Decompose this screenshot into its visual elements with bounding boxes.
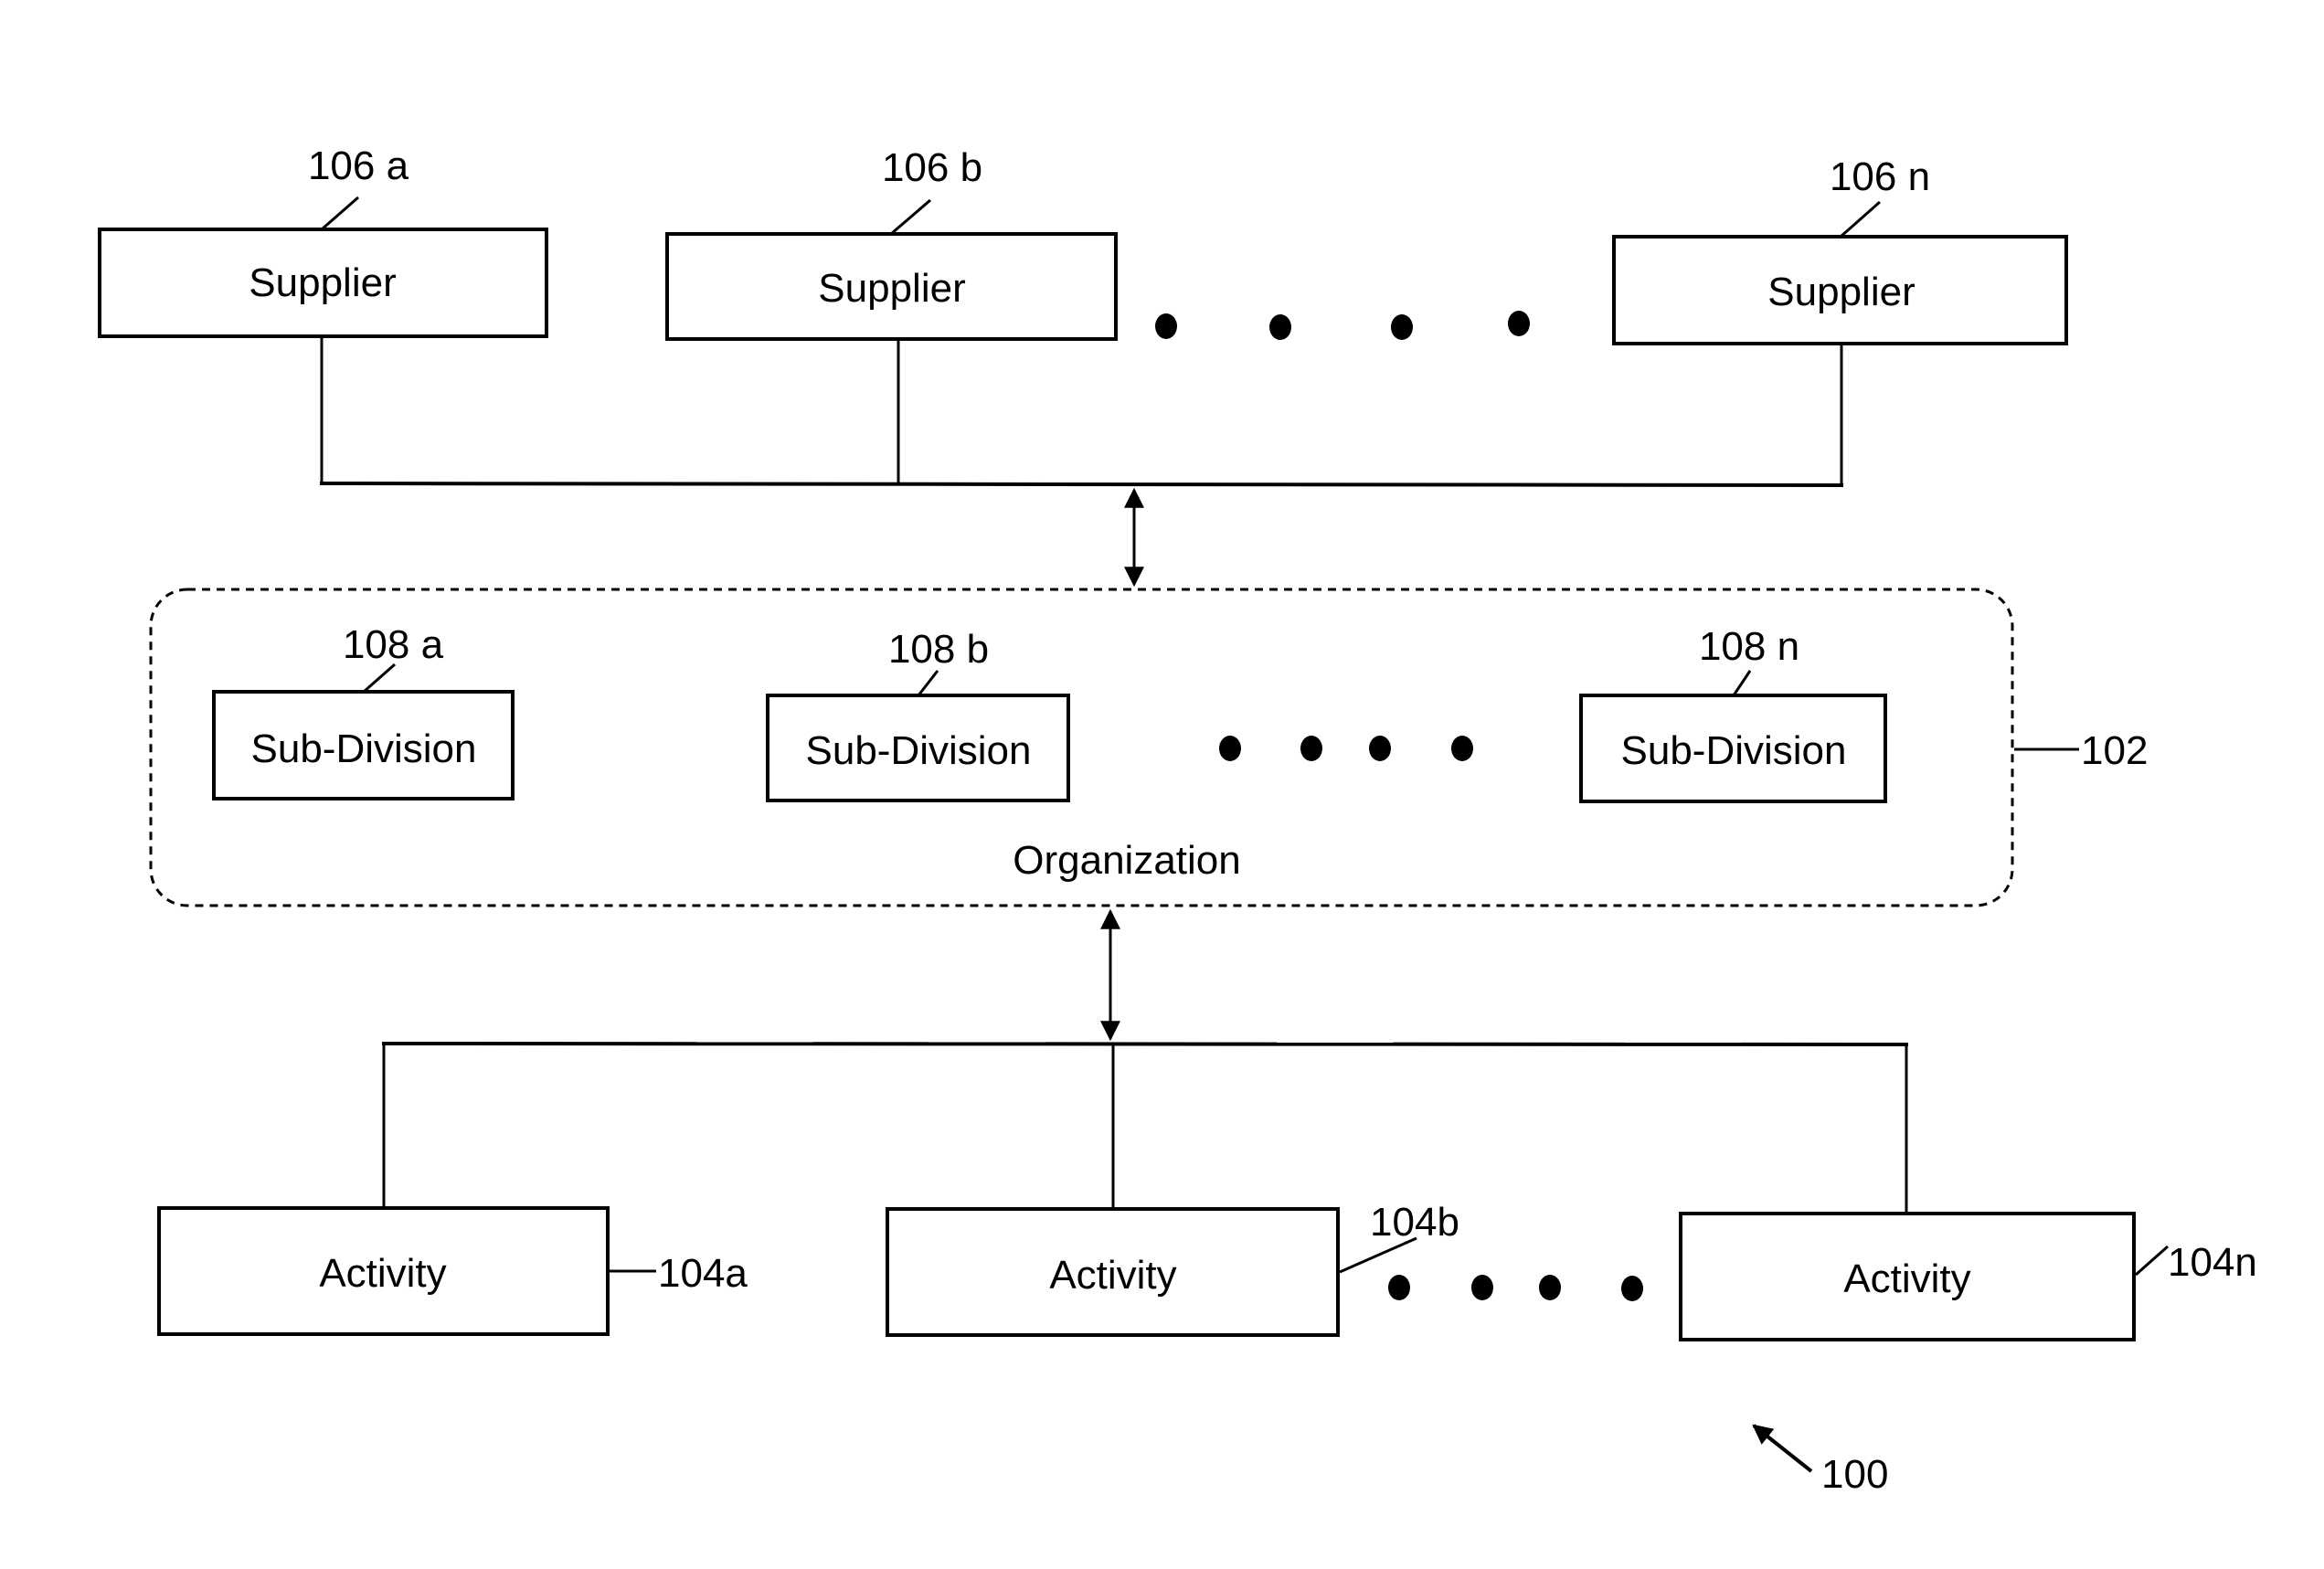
activity-ellipsis <box>1388 1275 1643 1301</box>
leader-line <box>1840 200 1881 239</box>
reference-numeral: 106 b <box>882 145 982 190</box>
subdivision-label: Sub-Division <box>1621 728 1847 773</box>
reference-numeral: 106 a <box>308 143 409 188</box>
ellipsis-dot <box>1219 736 1241 761</box>
leader-line <box>363 663 396 694</box>
activity-label: Activity <box>319 1251 446 1296</box>
reference-numeral: 108 n <box>1699 624 1799 669</box>
ellipsis-dot <box>1369 736 1391 761</box>
organization-reference-numeral: 102 <box>2081 728 2148 773</box>
supplier-node-a: Supplier 106 a <box>98 143 548 338</box>
activity-bus <box>381 1042 1909 1214</box>
organization-group: Sub-Division 108 a Sub-Division 108 b Su… <box>149 588 2148 907</box>
reference-numeral: 104a <box>658 1251 748 1296</box>
supplier-node-b: Supplier 106 b <box>665 145 1118 341</box>
activity-node-n: Activity 104n <box>1679 1212 2257 1341</box>
ellipsis-dot <box>1391 314 1413 340</box>
reference-numeral: 108 a <box>343 622 444 667</box>
leader-line <box>890 198 931 236</box>
reference-numeral: 104b <box>1370 1200 1459 1245</box>
subdivision-node-b: Sub-Division 108 b <box>766 627 1070 802</box>
subdivision-node-a: Sub-Division 108 a <box>212 622 515 800</box>
supplier-group: Supplier 106 a Supplier 106 b Supplier 1… <box>98 143 2068 345</box>
activity-label: Activity <box>1843 1256 1970 1301</box>
figure-reference-numeral: 100 <box>1821 1452 1888 1497</box>
organization-label: Organization <box>1013 838 1240 883</box>
activity-node-b: Activity 104b <box>886 1200 1459 1337</box>
supplier-label: Supplier <box>249 260 396 305</box>
ellipsis-dot <box>1471 1275 1493 1300</box>
ellipsis-dot <box>1388 1275 1410 1300</box>
supplier-label: Supplier <box>1767 270 1915 314</box>
ellipsis-dot <box>1539 1275 1561 1300</box>
supplier-node-n: Supplier 106 n <box>1612 154 2068 345</box>
subdivision-ellipsis <box>1219 736 1473 761</box>
supplier-ellipsis <box>1155 311 1530 340</box>
subdivision-label: Sub-Division <box>251 726 477 771</box>
leader-line <box>321 196 359 231</box>
ellipsis-dot <box>1451 736 1473 761</box>
ellipsis-dot <box>1508 311 1530 336</box>
ellipsis-dot <box>1300 736 1322 761</box>
figure-reference: 100 <box>1752 1424 1888 1497</box>
bus-line <box>319 482 1844 487</box>
reference-numeral: 104n <box>2168 1240 2257 1285</box>
subdivision-label: Sub-Division <box>806 728 1032 773</box>
ellipsis-dot <box>1155 313 1177 339</box>
leader-line <box>1732 670 1752 696</box>
reference-numeral: 108 b <box>888 627 989 672</box>
supplier-label: Supplier <box>818 266 965 311</box>
subdivision-node-n: Sub-Division 108 n <box>1579 624 1887 803</box>
reference-numeral: 106 n <box>1830 154 1930 199</box>
system-diagram: Supplier 106 a Supplier 106 b Supplier 1… <box>98 143 2257 1497</box>
figure-reference-arrow <box>1752 1424 1813 1473</box>
activity-label: Activity <box>1049 1253 1176 1298</box>
activity-group: Activity 104a Activity 104b Activity 104… <box>157 1200 2257 1341</box>
ellipsis-dot <box>1621 1276 1643 1301</box>
ellipsis-dot <box>1269 314 1291 340</box>
activity-node-a: Activity 104a <box>157 1206 748 1336</box>
leader-line <box>2135 1245 2169 1277</box>
supplier-bus <box>319 336 1844 487</box>
leader-line <box>917 670 939 696</box>
